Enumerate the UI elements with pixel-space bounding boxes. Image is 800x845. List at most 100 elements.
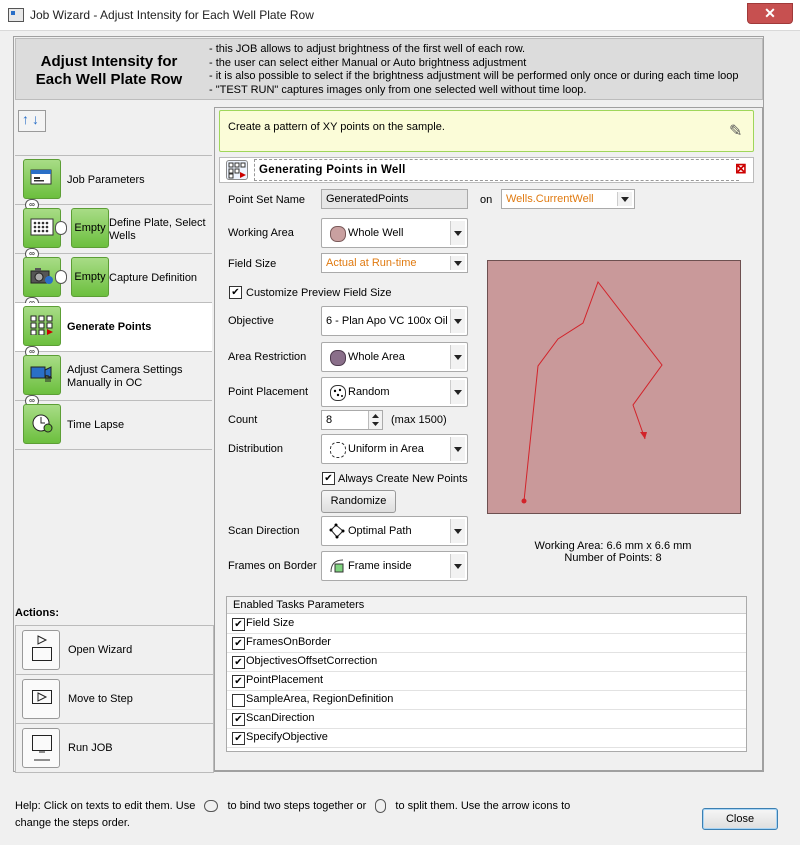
chevron-down-icon[interactable] <box>450 380 465 404</box>
step-label[interactable]: Job Parameters <box>67 174 145 187</box>
job-header: Adjust Intensity for Each Well Plate Row… <box>15 38 763 100</box>
step-label[interactable]: Generate Points <box>67 321 151 334</box>
chevron-down-icon[interactable] <box>450 554 465 578</box>
always-create-checkbox[interactable]: ✔ <box>322 472 335 485</box>
task-checkbox[interactable] <box>232 694 245 707</box>
task-checkbox[interactable]: ✔ <box>232 713 245 726</box>
task-label[interactable]: Field Size <box>246 617 294 629</box>
task-row[interactable]: SampleArea, RegionDefinition <box>227 690 746 710</box>
task-label[interactable]: SampleArea, RegionDefinition <box>246 693 393 705</box>
action-label[interactable]: Move to Step <box>68 693 133 705</box>
close-button[interactable]: Close <box>702 808 778 830</box>
step-capture-definition[interactable]: Empty Capture Definition <box>15 254 212 303</box>
run-job-icon <box>22 728 60 768</box>
randomize-button[interactable]: Randomize <box>321 490 396 513</box>
scan-direction-select[interactable]: Optimal Path <box>321 516 468 546</box>
customize-field-size-checkbox[interactable]: ✔ <box>229 286 242 299</box>
frames-border-select[interactable]: Frame inside <box>321 551 468 581</box>
help-part: to bind two steps together or <box>227 800 367 812</box>
step-adjust-camera[interactable]: Adjust Camera Settings Manually in OC <box>15 352 212 401</box>
task-row[interactable]: ✔ FramesOnBorder <box>227 633 746 653</box>
task-checkbox[interactable]: ✔ <box>232 675 245 688</box>
reorder-arrows-button[interactable]: ↑ ↓ <box>18 110 46 132</box>
task-label[interactable]: FramesOnBorder <box>246 636 331 648</box>
step-define-plate[interactable]: Empty Define Plate, Select Wells <box>15 205 212 254</box>
task-label[interactable]: SpecifyObjective <box>246 731 328 743</box>
distribution-label: Distribution <box>228 443 284 455</box>
action-label[interactable]: Run JOB <box>68 742 113 754</box>
on-select[interactable]: Wells.CurrentWell <box>501 189 635 209</box>
help-part: Help: Click on texts to edit them. Use <box>15 800 196 812</box>
split-icon[interactable] <box>55 221 67 235</box>
field-size-select[interactable]: Actual at Run-time <box>321 253 468 273</box>
step-job-parameters[interactable]: Job Parameters <box>15 156 212 205</box>
title-bar: Job Wizard - Adjust Intensity for Each W… <box>0 0 800 31</box>
enabled-tasks-title: Enabled Tasks Parameters <box>233 599 365 611</box>
move-to-step-button[interactable]: Move to Step <box>15 674 214 724</box>
chevron-down-icon[interactable] <box>450 345 465 369</box>
chevron-down-icon[interactable] <box>450 309 465 333</box>
count-spinner[interactable]: 8 <box>321 410 383 430</box>
open-wizard-button[interactable]: Open Wizard <box>15 625 214 675</box>
help-text: Help: Click on texts to edit them. Use t… <box>15 798 615 832</box>
spinner-arrows-icon[interactable] <box>368 411 382 429</box>
arrow-down-icon[interactable]: ↓ <box>32 111 39 127</box>
chevron-down-icon[interactable] <box>450 519 465 543</box>
field-size-value: Actual at Run-time <box>326 257 417 269</box>
step-label[interactable]: Define Plate, Select Wells <box>109 217 209 243</box>
customize-field-size-label[interactable]: Customize Preview Field Size <box>246 287 392 299</box>
area-restriction-select[interactable]: Whole Area <box>321 342 468 372</box>
task-row[interactable]: ✔ Field Size <box>227 614 746 634</box>
distribution-select[interactable]: Uniform in Area <box>321 434 468 464</box>
step-generate-points[interactable]: Generate Points <box>15 303 212 352</box>
chevron-down-icon[interactable] <box>450 256 465 270</box>
working-area-select[interactable]: Whole Well <box>321 218 468 248</box>
objective-select[interactable]: 6 - Plan Apo VC 100x Oil DIC N2 <box>321 306 468 336</box>
remove-task-icon[interactable]: ⊠ <box>735 160 747 177</box>
edit-pen-icon[interactable]: ✎ <box>729 121 742 141</box>
step-label[interactable]: Time Lapse <box>67 419 124 432</box>
job-description-line: - this JOB allows to adjust brightness o… <box>209 43 526 55</box>
step-label[interactable]: Capture Definition <box>109 272 197 285</box>
point-set-name-label: Point Set Name <box>228 194 306 206</box>
task-label[interactable]: ScanDirection <box>246 712 314 724</box>
task-checkbox[interactable]: ✔ <box>232 656 245 669</box>
area-restriction-label: Area Restriction <box>228 351 307 363</box>
window-close-button[interactable]: ✕ <box>747 3 793 24</box>
split-icon[interactable] <box>55 270 67 284</box>
task-checkbox[interactable]: ✔ <box>232 732 245 745</box>
chevron-down-icon[interactable] <box>617 192 632 206</box>
task-row[interactable]: ✔ ScanDirection <box>227 709 746 729</box>
job-description-line: - the user can select either Manual or A… <box>209 56 527 69</box>
random-points-icon <box>330 385 346 401</box>
point-placement-value: Random <box>348 386 390 398</box>
point-placement-select[interactable]: Random <box>321 377 468 407</box>
on-label: on <box>480 194 493 206</box>
task-label[interactable]: PointPlacement <box>246 674 323 686</box>
chevron-down-icon[interactable] <box>450 437 465 461</box>
bind-link-icon <box>204 800 219 813</box>
panel-title: Generating Points in Well <box>254 159 739 181</box>
chevron-down-icon[interactable] <box>450 221 465 245</box>
task-checkbox[interactable]: ✔ <box>232 618 245 631</box>
point-set-name-field[interactable]: GeneratedPoints <box>321 189 468 209</box>
task-checkbox[interactable]: ✔ <box>232 637 245 650</box>
task-label[interactable]: ObjectivesOffsetCorrection <box>246 655 377 667</box>
step-time-lapse[interactable]: Time Lapse <box>15 401 212 450</box>
field-size-label: Field Size <box>228 258 277 270</box>
scan-path-plot <box>521 280 663 504</box>
step-description-box[interactable]: Create a pattern of XY points on the sam… <box>219 110 754 152</box>
task-row[interactable]: ✔ ObjectivesOffsetCorrection <box>227 652 746 672</box>
empty-badge: Empty <box>71 208 109 248</box>
always-create-label[interactable]: Always Create New Points <box>338 473 468 485</box>
task-row[interactable]: ✔ SpecifyObjective <box>227 728 746 748</box>
empty-badge: Empty <box>71 257 109 297</box>
step-description[interactable]: Create a pattern of XY points on the sam… <box>228 121 445 133</box>
task-row[interactable]: ✔ PointPlacement <box>227 671 746 691</box>
window-title: Job Wizard - Adjust Intensity for Each W… <box>30 8 314 22</box>
arrow-up-icon[interactable]: ↑ <box>22 111 29 127</box>
move-to-step-icon <box>22 679 60 719</box>
action-label[interactable]: Open Wizard <box>68 644 132 656</box>
run-job-button[interactable]: Run JOB <box>15 723 214 773</box>
step-label[interactable]: Adjust Camera Settings Manually in OC <box>67 364 207 390</box>
